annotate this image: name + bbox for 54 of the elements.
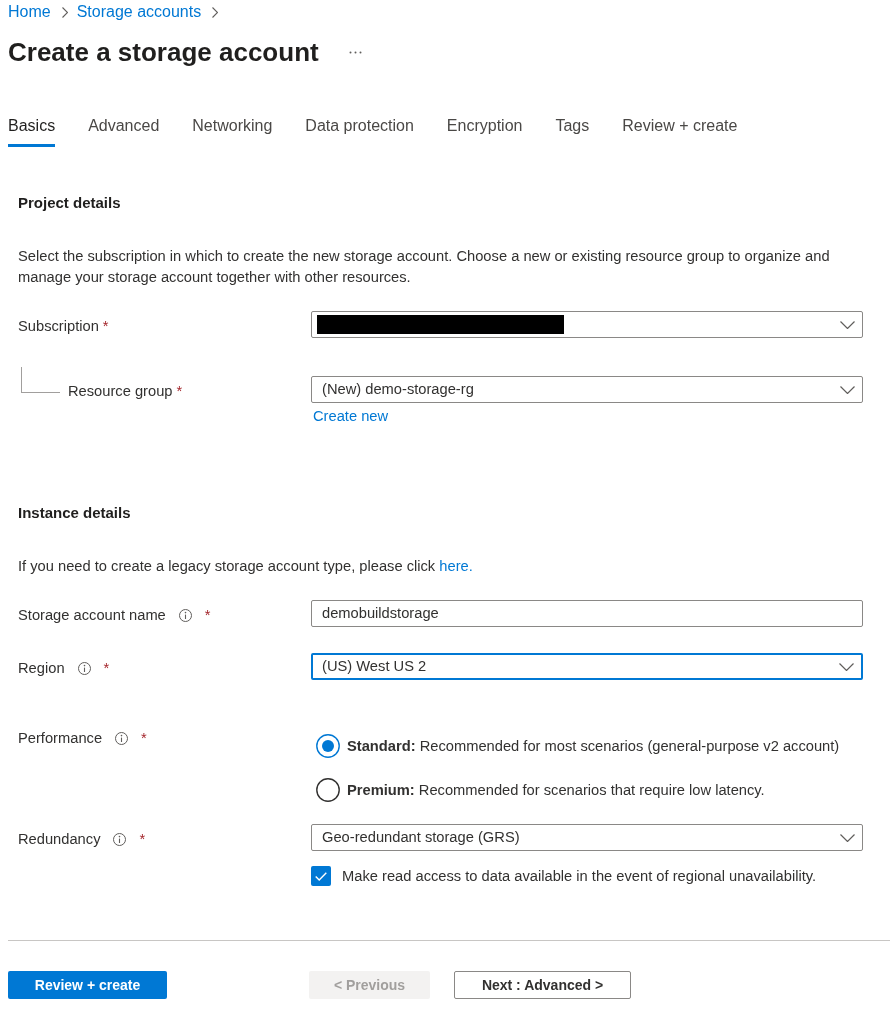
page-title: Create a storage account bbox=[8, 36, 319, 69]
next-button[interactable]: Next : Advanced > bbox=[454, 971, 631, 1000]
tree-connector bbox=[21, 367, 60, 393]
field-label: Region bbox=[18, 658, 65, 678]
dropdown[interactable] bbox=[311, 311, 863, 338]
tab[interactable]: Tags bbox=[555, 108, 590, 147]
radio-button[interactable] bbox=[316, 778, 340, 802]
here-link[interactable]: here. bbox=[439, 558, 473, 574]
check-icon bbox=[315, 871, 327, 881]
field-label: Storage account name bbox=[18, 605, 166, 625]
required-asterisk: * bbox=[176, 381, 183, 401]
section-heading: Instance details bbox=[18, 503, 132, 523]
chevron-down-icon bbox=[840, 833, 855, 842]
tab[interactable]: Review + create bbox=[622, 108, 738, 147]
checkbox[interactable] bbox=[311, 866, 331, 886]
text-input[interactable]: demobuildstorage bbox=[311, 600, 863, 627]
dropdown[interactable]: (US) West US 2 bbox=[311, 653, 863, 680]
tab[interactable]: Encryption bbox=[446, 108, 523, 147]
section-heading: Project details bbox=[18, 193, 122, 213]
section-description: Select the subscription in which to create the new storage account. Choose a new or existing resource group to organize and manage your storage account together with other resources. bbox=[18, 247, 831, 287]
info-icon[interactable] bbox=[115, 731, 129, 745]
radio-label: Premium: Recommended for scenarios that require low latency. bbox=[347, 780, 765, 800]
checkbox-label: Make read access to data available in the event of regional unavailability. bbox=[342, 867, 817, 886]
breadcrumb-link[interactable]: Storage accounts bbox=[76, 0, 202, 24]
section-description: If you need to create a legacy storage account type, please click here. bbox=[18, 557, 474, 576]
required-asterisk: * bbox=[102, 316, 109, 336]
field-label: Subscription bbox=[18, 316, 99, 336]
tab[interactable]: Data protection bbox=[305, 108, 414, 147]
required-asterisk: * bbox=[139, 829, 146, 849]
radio-label: Standard: Recommended for most scenarios (general-purpose v2 account) bbox=[347, 736, 840, 756]
tab[interactable]: Networking bbox=[192, 108, 273, 147]
chevron-right-icon bbox=[212, 6, 219, 18]
radio-button[interactable] bbox=[316, 734, 340, 758]
chevron-down-icon bbox=[839, 662, 854, 671]
review-create-button[interactable]: Review + create bbox=[8, 971, 167, 1000]
dropdown[interactable]: Geo-redundant storage (GRS) bbox=[311, 824, 863, 851]
tab[interactable]: Advanced bbox=[88, 108, 160, 147]
info-icon[interactable] bbox=[77, 661, 91, 675]
required-asterisk: * bbox=[204, 605, 211, 625]
chevron-down-icon bbox=[840, 385, 855, 394]
dropdown[interactable]: (New) demo-storage-rg bbox=[311, 376, 863, 403]
chevron-right-icon bbox=[61, 6, 68, 18]
field-label: Resource group bbox=[68, 381, 173, 401]
chevron-down-icon bbox=[840, 320, 855, 329]
info-icon[interactable] bbox=[113, 832, 127, 846]
required-asterisk: * bbox=[141, 729, 147, 748]
field-label: Redundancy bbox=[18, 829, 101, 849]
info-icon[interactable] bbox=[178, 608, 192, 622]
tab[interactable]: Basics bbox=[8, 108, 56, 147]
required-asterisk: * bbox=[103, 658, 110, 678]
create-new-link[interactable]: Create new bbox=[313, 407, 389, 425]
breadcrumb-link[interactable]: Home bbox=[8, 0, 51, 24]
more-icon[interactable] bbox=[348, 50, 362, 54]
field-label: Performance bbox=[18, 729, 103, 748]
